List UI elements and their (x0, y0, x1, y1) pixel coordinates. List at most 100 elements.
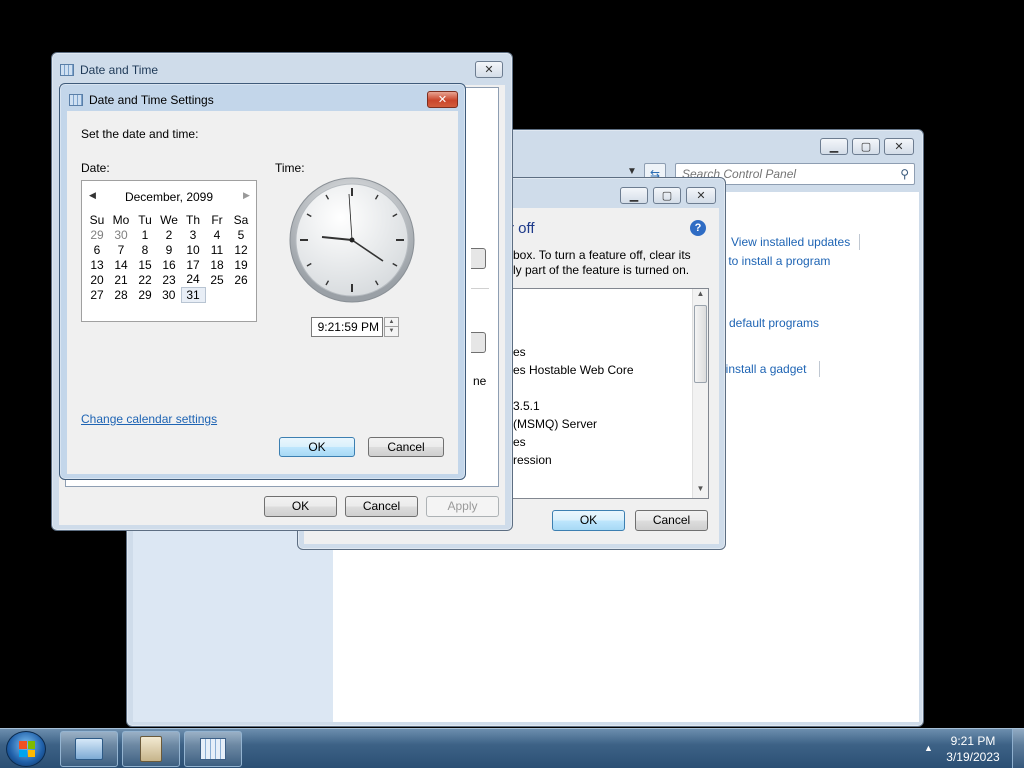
spin-down-arrow[interactable]: ▼ (384, 327, 399, 337)
time-label: Time: (275, 161, 305, 175)
calendar-day[interactable] (205, 287, 229, 302)
calendar-day[interactable]: 7 (109, 242, 133, 257)
calendar-day[interactable]: 16 (157, 257, 181, 272)
calendar-day[interactable]: 9 (157, 242, 181, 257)
tree-item[interactable]: es (513, 345, 526, 359)
close-button[interactable]: ✕ (884, 138, 914, 155)
taskbar-control-panel[interactable] (60, 731, 118, 767)
taskbar-date-time[interactable] (184, 731, 242, 767)
scroll-up-arrow[interactable]: ▲ (693, 289, 708, 303)
settings-ok-button[interactable]: OK (279, 437, 355, 457)
nav-dropdown-arrow[interactable]: ▼ (627, 166, 637, 177)
change-calendar-settings-link[interactable]: Change calendar settings (81, 412, 217, 426)
scroll-down-arrow[interactable]: ▼ (693, 484, 708, 498)
features-cancel-button[interactable]: Cancel (635, 510, 708, 531)
gadget-link[interactable]: ninstall a gadget (719, 362, 806, 376)
calendar-day[interactable]: 20 (85, 272, 109, 287)
dt-cancel-button[interactable]: Cancel (345, 496, 418, 517)
month-year-header[interactable]: December, 2099 (82, 190, 256, 204)
features-tree[interactable]: es es Hostable Web Core 3.5.1 (MSMQ) Ser… (504, 288, 709, 499)
window-title: Date and Time (60, 61, 158, 79)
partial-button[interactable] (471, 248, 486, 269)
dt-ok-button[interactable]: OK (264, 496, 337, 517)
help-icon[interactable]: ? (690, 220, 706, 236)
maximize-button[interactable]: ▢ (852, 138, 880, 155)
calendar-day[interactable]: 3 (181, 227, 205, 242)
calendar-day[interactable]: 24 (181, 272, 205, 287)
default-programs-link[interactable]: default programs (729, 316, 819, 330)
calendar-day[interactable]: 26 (229, 272, 253, 287)
calendar-day[interactable]: 6 (85, 242, 109, 257)
divider (471, 288, 489, 289)
next-month-arrow[interactable]: ▶ (243, 190, 250, 201)
tree-item[interactable]: es (513, 435, 526, 449)
calendar-day[interactable]: 30 (157, 287, 181, 302)
maximize-button[interactable]: ▢ (653, 187, 681, 204)
calendar-day[interactable]: 25 (205, 272, 229, 287)
calendar-day[interactable]: 23 (157, 272, 181, 287)
calendar-day[interactable]: 11 (205, 242, 229, 257)
calendar-day[interactable]: 2 (157, 227, 181, 242)
calendar-day[interactable]: 19 (229, 257, 253, 272)
calendar-icon (60, 64, 74, 76)
calendar-day-selected[interactable]: 31 (180, 286, 206, 303)
show-desktop-button[interactable] (1012, 729, 1024, 768)
close-button[interactable]: ✕ (475, 61, 503, 78)
analog-clock (289, 177, 415, 303)
calendar-day[interactable]: 4 (205, 227, 229, 242)
week-row: 29 30 1 2 3 4 5 (85, 227, 253, 242)
calendar-day[interactable]: 28 (109, 287, 133, 302)
calendar-day[interactable]: 5 (229, 227, 253, 242)
partial-button[interactable] (471, 332, 486, 353)
scroll-thumb[interactable] (694, 305, 707, 383)
tree-item[interactable]: es Hostable Web Core (513, 363, 634, 377)
calendar-day[interactable]: 30 (109, 227, 133, 242)
calendar-day[interactable]: 18 (205, 257, 229, 272)
close-button[interactable]: ✕ (427, 91, 458, 108)
weekday: Mo (112, 213, 130, 227)
week-row: 6 7 8 9 10 11 12 (85, 242, 253, 257)
clock-center (349, 237, 355, 243)
search-icon[interactable]: ⚲ (900, 167, 909, 181)
view-installed-updates-link[interactable]: View installed updates (731, 235, 850, 249)
calendar-day[interactable] (229, 287, 253, 302)
calendar-day[interactable]: 27 (85, 287, 109, 302)
weekday-row: Su Mo Tu We Th Fr Sa (85, 213, 253, 227)
calendar-day[interactable]: 15 (133, 257, 157, 272)
tree-item[interactable]: ression (513, 453, 552, 467)
description-line: ly part of the feature is turned on. (513, 263, 690, 277)
calendar-day[interactable]: 1 (133, 227, 157, 242)
calendar-day[interactable]: 17 (181, 257, 205, 272)
minimize-button[interactable]: ▁ (620, 187, 648, 204)
time-spinner[interactable]: ▲ ▼ (384, 317, 399, 337)
minimize-button[interactable]: ▁ (820, 138, 848, 155)
calendar-day[interactable]: 29 (85, 227, 109, 242)
calendar-day[interactable]: 8 (133, 242, 157, 257)
calendar-day[interactable]: 21 (109, 272, 133, 287)
install-program-link[interactable]: y to install a program (719, 254, 830, 268)
tree-item[interactable]: 3.5.1 (513, 399, 540, 413)
date-label: Date: (81, 161, 110, 175)
link-separator-2 (819, 361, 820, 377)
dt-apply-button[interactable]: Apply (426, 496, 499, 517)
tree-item[interactable]: (MSMQ) Server (513, 417, 597, 431)
features-ok-button[interactable]: OK (552, 510, 625, 531)
close-button[interactable]: ✕ (686, 187, 716, 204)
clock-date[interactable]: 3/19/2023 (943, 750, 1003, 764)
tray-arrow[interactable]: ▲ (924, 743, 933, 753)
settings-cancel-button[interactable]: Cancel (368, 437, 444, 457)
calendar-day[interactable]: 12 (229, 242, 253, 257)
time-input[interactable]: 9:21:59 PM (311, 317, 383, 337)
calendar-day[interactable]: 29 (133, 287, 157, 302)
link-separator (859, 234, 860, 250)
calendar-day[interactable]: 14 (109, 257, 133, 272)
month-calendar[interactable]: ◀ December, 2099 ▶ Su Mo Tu We Th Fr Sa … (81, 180, 257, 322)
calendar-day[interactable]: 13 (85, 257, 109, 272)
calendar-day[interactable]: 22 (133, 272, 157, 287)
clock-time[interactable]: 9:21 PM (946, 734, 1000, 748)
taskbar-programs-features[interactable] (122, 731, 180, 767)
spin-up-arrow[interactable]: ▲ (384, 317, 399, 327)
start-button[interactable] (6, 731, 46, 767)
calendar-day[interactable]: 10 (181, 242, 205, 257)
vertical-scrollbar[interactable]: ▲ ▼ (692, 289, 708, 498)
